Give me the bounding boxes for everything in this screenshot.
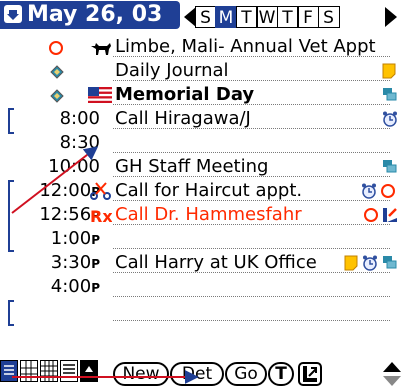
event-text: Call for Haircut appt. [115,180,303,201]
event-time: 1:00P [50,228,100,249]
list-item[interactable]: 10:00 GH Staff Meeting [0,156,402,178]
svg-text:Rx: Rx [90,207,112,226]
diamond-icon [50,65,64,79]
event-text: Limbe, Mali- Annual Vet Appt [115,36,376,57]
t-button[interactable]: T [268,362,294,386]
lookup-icon[interactable] [298,362,322,386]
stack-icon[interactable] [382,87,398,103]
alarm-icon[interactable] [361,183,377,199]
list-item[interactable]: Memorial Day [0,84,402,106]
day-sunday[interactable]: S [194,6,217,28]
day-saturday[interactable]: S [317,6,340,28]
list-view-icon[interactable] [60,360,78,382]
date-down-icon[interactable] [4,5,22,23]
row-divider [113,224,390,225]
list-item[interactable]: 4:00P [0,276,402,298]
note-icon[interactable] [344,255,358,271]
list-item[interactable]: 12:56P Rx Call Dr. Hammesfahr [0,204,402,226]
event-time: 8:00 [59,108,100,129]
go-button[interactable]: Go [225,362,267,386]
event-text: Memorial Day [115,84,255,105]
list-item[interactable]: Daily Journal [0,60,402,82]
diamond-icon [50,89,64,103]
current-date[interactable]: May 26, 03 [27,1,162,29]
day-wednesday[interactable]: W [256,6,278,28]
list-item[interactable]: 12:00P Call for Haircut appt. [0,180,402,202]
scroll-down-arrow-icon[interactable] [383,376,401,386]
details-button[interactable]: Det [170,362,224,386]
new-button[interactable]: New [113,362,169,386]
week-day-selector: S M T W T F S [194,6,340,28]
stack-icon[interactable] [382,255,398,271]
event-text: Call Harry at UK Office [115,252,317,273]
date-selector[interactable]: May 26, 03 [0,1,180,29]
event-time: 8:30 [59,132,100,153]
circle-red-icon [381,184,395,198]
event-time: 4:00P [50,276,100,297]
event-time: 3:30P [50,252,100,273]
row-divider [113,176,390,177]
view-switcher [0,360,100,382]
dog-icon [91,43,111,55]
list-item[interactable] [0,300,402,322]
row-divider [113,296,390,297]
list-item[interactable]: 3:30P Call Harry at UK Office [0,252,402,274]
row-divider [113,80,390,81]
event-text: GH Staff Meeting [115,156,269,177]
event-text: Call Dr. Hammesfahr [115,204,302,225]
scroll-up-arrow-icon[interactable] [383,362,401,372]
stack-icon[interactable] [382,159,398,175]
agenda-list: Limbe, Mali- Annual Vet Appt Daily Journ… [0,36,402,326]
next-week-arrow-icon[interactable] [385,7,397,27]
us-flag-icon [88,87,112,103]
row-divider [113,320,390,321]
row-divider [113,272,390,273]
circle-red-icon [49,41,63,55]
event-time: 10:00 [48,156,100,177]
list-item[interactable]: Limbe, Mali- Annual Vet Appt [0,36,402,58]
day-thursday[interactable]: T [276,6,299,28]
row-divider [113,200,390,201]
day-tuesday[interactable]: T [235,6,258,28]
circle-red-icon [364,208,378,222]
list-item[interactable]: 1:00P [0,228,402,250]
bottom-toolbar: New Det Go T [0,358,402,390]
todo-view-icon[interactable] [80,360,98,382]
day-friday[interactable]: F [297,6,319,28]
list-item[interactable]: 8:30 [0,132,402,154]
month-view-icon[interactable] [40,360,58,382]
header: May 26, 03 S M T W T F S [0,0,402,30]
row-divider [113,56,390,57]
rx-icon: Rx [90,207,112,226]
event-text: Daily Journal [115,60,229,81]
chart-icon[interactable] [382,207,398,223]
row-divider [113,152,390,153]
event-text: Call Hiragawa/J [115,108,251,129]
row-divider [113,248,390,249]
row-divider [113,104,390,105]
note-icon[interactable] [382,63,396,79]
alarm-icon[interactable] [362,255,378,271]
list-item[interactable]: 8:00 Call Hiragawa/J [0,108,402,130]
scissors-icon [90,182,111,200]
day-view-icon[interactable] [0,360,18,382]
day-monday[interactable]: M [215,6,237,28]
alarm-icon[interactable] [382,111,398,127]
week-view-icon[interactable] [20,360,38,382]
row-divider [113,128,390,129]
